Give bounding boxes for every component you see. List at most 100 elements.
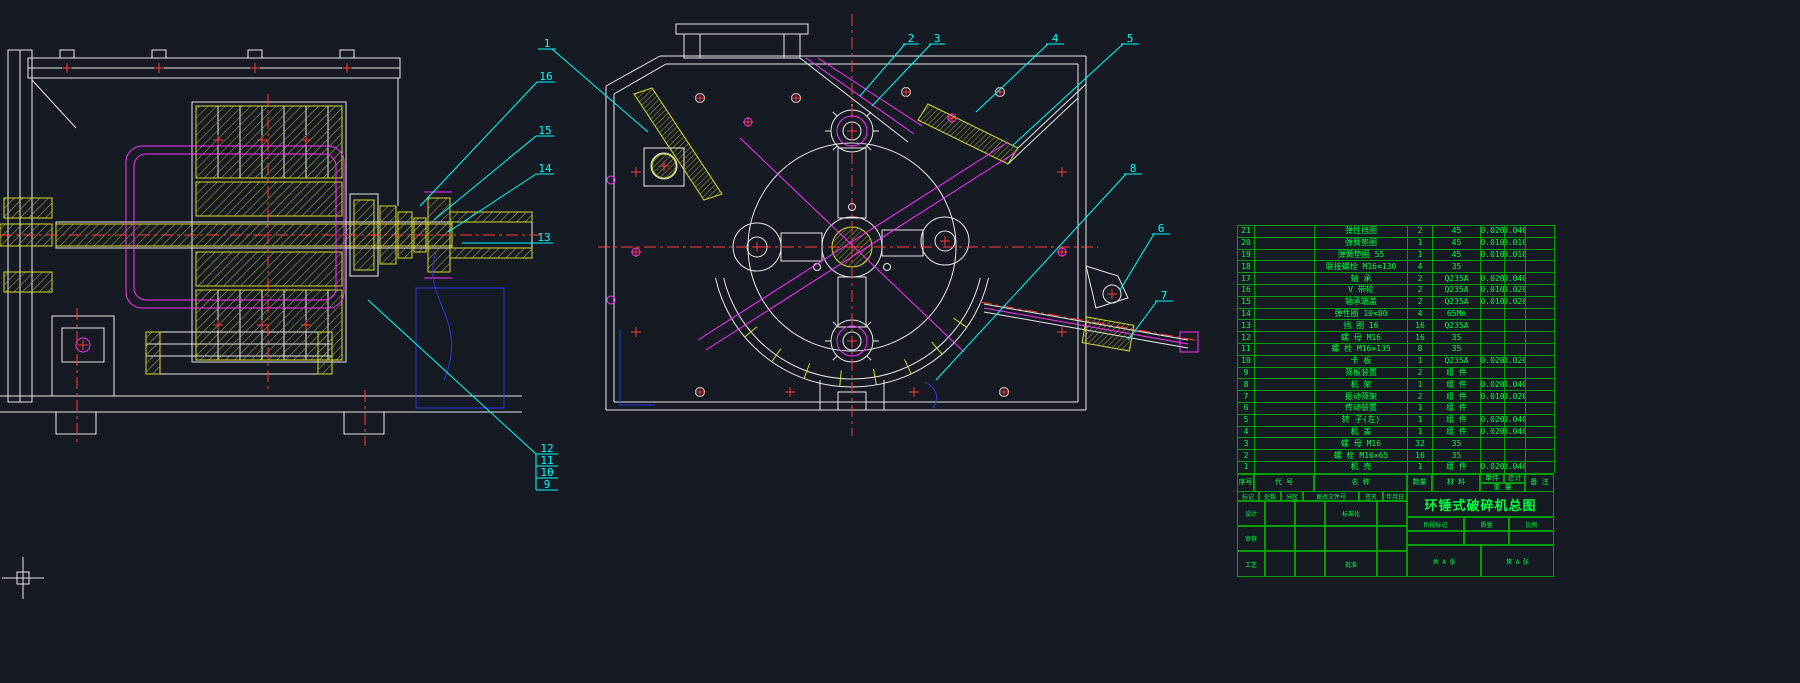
bom-cell-name: 弹性挡圈 [1315, 225, 1408, 237]
bom-row: 10卡 板1Q235A0.0200.020 [1238, 355, 1554, 367]
balloon-4[interactable]: 4 [1052, 32, 1059, 45]
bom-cell-total_w: 0.010 [1505, 237, 1526, 249]
balloon-16[interactable]: 16 [539, 70, 552, 83]
bom-cell-qty: 1 [1408, 378, 1433, 390]
balloon-1[interactable]: 1 [544, 37, 551, 50]
bom-cell-code [1255, 296, 1315, 308]
bom-cell-name: 筛板装置 [1315, 367, 1408, 379]
bom-row: 3螺 母 M163235 [1238, 437, 1554, 449]
bom-cell-no: 8 [1238, 378, 1255, 390]
bom-cell-no: 6 [1238, 402, 1255, 414]
bom-cell-code [1255, 237, 1315, 249]
left-view[interactable] [0, 50, 546, 446]
bom-cell-qty: 2 [1408, 272, 1433, 284]
bom-cell-total_w [1505, 402, 1526, 414]
bom-header-code: 代 号 [1254, 474, 1314, 492]
titleblock-cell [1325, 526, 1377, 551]
bom-cell-code [1255, 249, 1315, 261]
bom-cell-unit_w: 0.010 [1481, 390, 1505, 402]
titleblock-mass-label: 质量 [1464, 517, 1509, 531]
bom-cell-code [1255, 449, 1315, 461]
bom-cell-qty: 8 [1408, 343, 1433, 355]
bom-cell-total_w: 0.040 [1505, 426, 1526, 438]
balloon-7[interactable]: 7 [1161, 289, 1168, 302]
right-view-blue-lines [620, 330, 937, 408]
bom-row: 4机 盖1组 件0.0200.040 [1238, 426, 1554, 438]
titleblock-cell [1265, 551, 1295, 577]
balloon-5[interactable]: 5 [1127, 32, 1134, 45]
bom-cell-qty: 4 [1408, 308, 1433, 320]
balloon-9[interactable]: 9 [544, 478, 551, 491]
bom-cell-material: 35 [1433, 260, 1481, 272]
bom-cell-code [1255, 355, 1315, 367]
bom-cell-qty: 4 [1408, 260, 1433, 272]
bom-row: 1机 壳1组 件0.0200.040 [1238, 461, 1554, 473]
bom-row: 2螺 栓 M16×651635 [1238, 449, 1554, 461]
bom-cell-no: 13 [1238, 319, 1255, 331]
balloon-12[interactable]: 12 [540, 442, 553, 455]
titleblock-process-label: 工艺 [1237, 551, 1265, 577]
bom-cell-note [1526, 319, 1555, 331]
bom-cell-qty: 2 [1408, 296, 1433, 308]
bom-cell-code [1255, 308, 1315, 320]
titleblock-sheets-total: 共 A 张 [1407, 545, 1481, 577]
balloon-6[interactable]: 6 [1158, 222, 1165, 235]
bom-cell-no: 5 [1238, 414, 1255, 426]
titleblock-design-label: 设计 [1237, 501, 1265, 526]
bom-header-name: 名 称 [1314, 474, 1407, 492]
bom-row: 14弹性圈 10×80465Mn [1238, 308, 1554, 320]
bom-cell-unit_w: 0.020 [1481, 272, 1505, 284]
bom-cell-note [1526, 426, 1555, 438]
balloon-15[interactable]: 15 [538, 124, 551, 137]
bom-cell-code [1255, 426, 1315, 438]
bom-row: 19弹簧垫圈 551450.0100.010 [1238, 249, 1554, 261]
bom-cell-name: 螺 母 M16 [1315, 437, 1408, 449]
balloon-13[interactable]: 13 [537, 231, 550, 244]
bom-cell-qty: 1 [1408, 402, 1433, 414]
bom-cell-material: 组 件 [1433, 402, 1481, 414]
bom-cell-note [1526, 449, 1555, 461]
titleblock-cell [1377, 526, 1407, 551]
balloon-10[interactable]: 10 [540, 466, 553, 479]
balloon-11[interactable]: 11 [540, 454, 553, 467]
bom-cell-no: 10 [1238, 355, 1255, 367]
balloon-14[interactable]: 14 [538, 162, 552, 175]
titleblock-sheet-no: 第 A 张 [1481, 545, 1554, 577]
bom-cell-qty: 2 [1408, 390, 1433, 402]
bom-cell-code [1255, 343, 1315, 355]
bom-cell-total_w: 0.040 [1505, 225, 1526, 237]
bom-cell-note [1526, 237, 1555, 249]
bom-header-no: 序号 [1237, 474, 1254, 492]
bom-cell-unit_w: 0.020 [1481, 414, 1505, 426]
bom-cell-unit_w: 0.020 [1481, 461, 1505, 473]
titleblock-check-label: 审核 [1237, 526, 1265, 551]
bom-cell-note [1526, 355, 1555, 367]
titleblock-stage-label: 阶段标记 [1407, 517, 1464, 531]
parts-list-table: 21弹性挡圈2450.0200.04020弹簧垫圈1450.0100.01019… [1237, 225, 1554, 492]
balloon-8[interactable]: 8 [1130, 162, 1137, 175]
bom-cell-name: 传动装置 [1315, 402, 1408, 414]
titleblock-cell [1377, 551, 1407, 577]
bom-cell-total_w: 0.020 [1505, 284, 1526, 296]
bom-cell-material: Q235A [1433, 319, 1481, 331]
bom-cell-material: 35 [1433, 437, 1481, 449]
bom-cell-total_w: 0.020 [1505, 296, 1526, 308]
bom-cell-no: 1 [1238, 461, 1255, 473]
bom-cell-name: 弹簧垫圈 [1315, 237, 1408, 249]
bom-cell-name: 轴 承 [1315, 272, 1408, 284]
balloon-3[interactable]: 3 [934, 32, 941, 45]
bom-cell-unit_w: 0.020 [1481, 378, 1505, 390]
bom-cell-name: 机 架 [1315, 378, 1408, 390]
titleblock-rev-doc: 更改文件号 [1303, 491, 1359, 501]
bom-cell-qty: 1 [1408, 249, 1433, 261]
drawing-title: 环锤式破碎机总图 [1407, 491, 1554, 517]
balloon-2[interactable]: 2 [908, 32, 915, 45]
right-view-bolt-marks [631, 87, 1117, 397]
bom-rows: 21弹性挡圈2450.0200.04020弹簧垫圈1450.0100.01019… [1237, 225, 1554, 474]
bom-cell-unit_w: 0.010 [1481, 284, 1505, 296]
bom-cell-no: 15 [1238, 296, 1255, 308]
cad-model-space[interactable]: 1 2 3 4 5 6 7 8 9 10 11 12 13 14 15 16 2… [0, 0, 1800, 683]
bom-cell-unit_w [1481, 260, 1505, 272]
bom-cell-qty: 1 [1408, 426, 1433, 438]
titleblock-std-label: 标准化 [1325, 501, 1377, 526]
